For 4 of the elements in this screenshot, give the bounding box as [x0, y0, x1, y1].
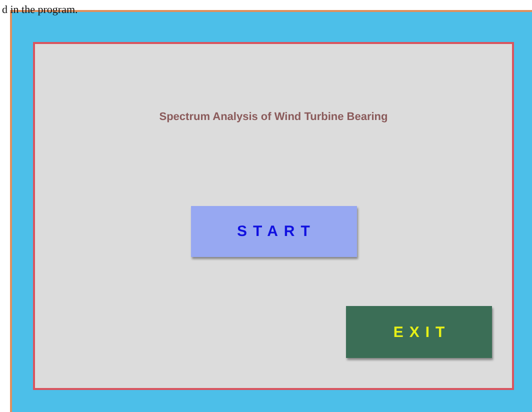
- caption-text: d in the program.: [2, 5, 78, 15]
- start-button[interactable]: START: [190, 206, 356, 257]
- app-title: Spectrum Analysis of Wind Turbine Bearing: [159, 111, 388, 123]
- exit-button[interactable]: EXIT: [346, 306, 492, 358]
